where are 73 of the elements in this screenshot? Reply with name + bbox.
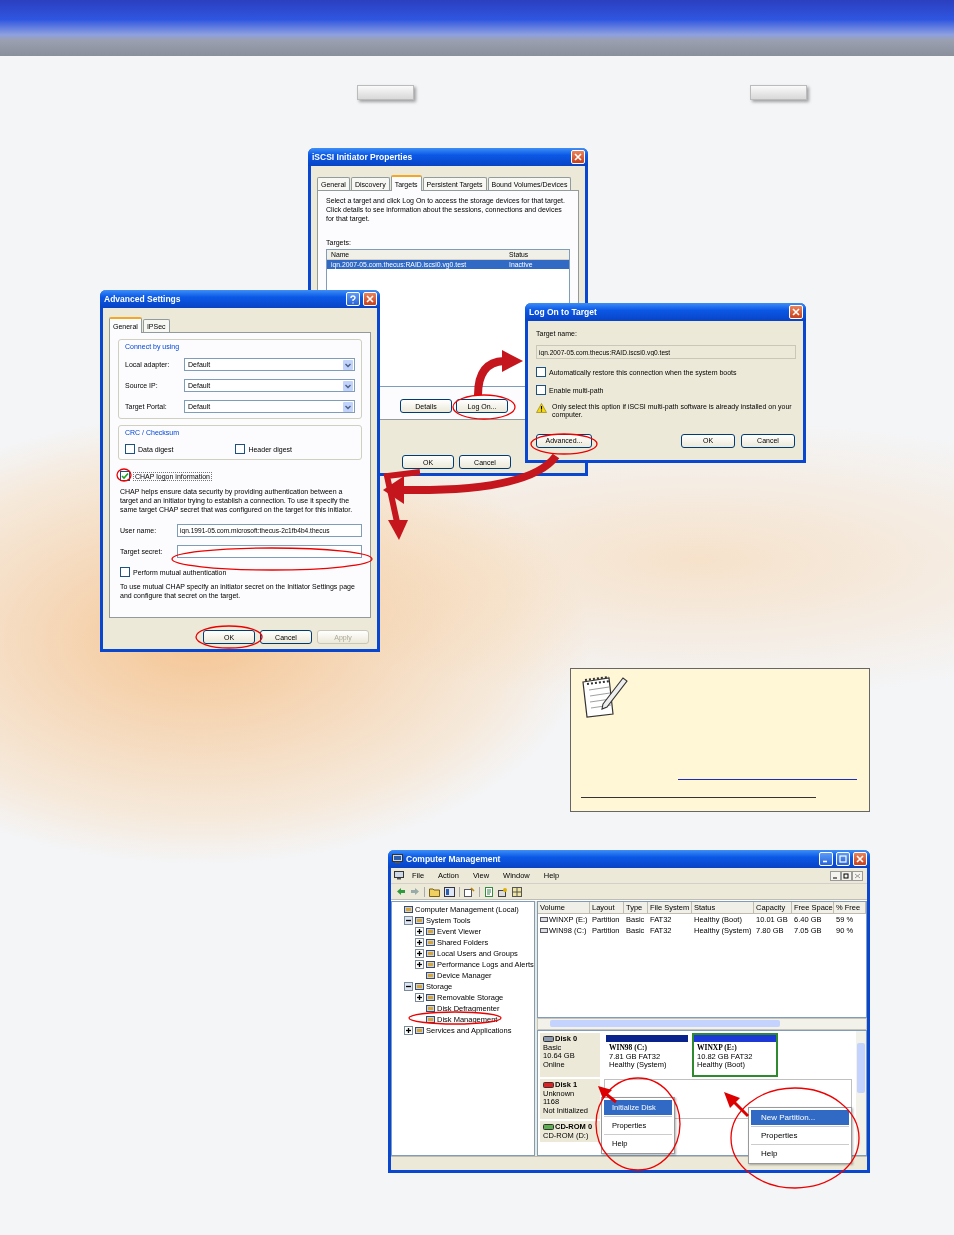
checkbox[interactable] [536, 367, 546, 377]
checkbox[interactable] [125, 444, 135, 454]
menu-item[interactable]: Help [751, 1146, 849, 1161]
node-icon [404, 905, 413, 914]
expand-icon[interactable] [404, 1026, 413, 1035]
collapse-icon[interactable] [404, 916, 413, 925]
window-title: iSCSI Initiator Properties [312, 152, 414, 162]
document-icon[interactable] [484, 886, 494, 897]
cd-drive-icon [543, 1123, 554, 1132]
node-icon [415, 1026, 424, 1035]
checkbox[interactable] [120, 567, 130, 577]
properties-icon[interactable] [464, 886, 475, 897]
vertical-scrollbar[interactable] [856, 1031, 866, 1155]
notepad-icon [579, 674, 629, 718]
console-icon[interactable] [444, 886, 455, 897]
help-button[interactable] [346, 292, 360, 306]
warning-icon [536, 403, 547, 413]
close-button[interactable] [853, 852, 867, 866]
expand-icon[interactable] [415, 938, 424, 947]
window-title: Computer Management [406, 854, 502, 864]
zigzag-arrow [383, 469, 421, 540]
node-icon [415, 982, 424, 991]
close-icon [574, 153, 582, 161]
node-icon [426, 938, 435, 947]
checkbox[interactable] [235, 444, 246, 454]
maximize-button[interactable] [836, 852, 850, 866]
menu-item[interactable]: New Partition... [751, 1110, 849, 1125]
pointer-arrow [724, 1092, 750, 1118]
dropdown-icon [343, 401, 353, 412]
horizontal-scrollbar[interactable] [537, 1018, 867, 1030]
expand-icon[interactable] [415, 960, 424, 969]
close-icon [856, 855, 864, 863]
node-icon [426, 1004, 435, 1013]
node-icon [426, 971, 435, 980]
checkbox[interactable] [536, 385, 546, 395]
expand-icon[interactable] [415, 927, 424, 936]
collapse-icon[interactable] [404, 982, 413, 991]
node-icon [426, 1015, 435, 1024]
maximize-icon [839, 855, 847, 863]
window-title: Log On to Target [529, 307, 598, 317]
close-button[interactable] [571, 150, 585, 164]
node-icon [426, 949, 435, 958]
computer-icon [394, 871, 404, 880]
node-icon [415, 916, 424, 925]
folder-icon[interactable] [429, 886, 440, 897]
close-button[interactable] [363, 292, 377, 306]
minimize-button[interactable] [819, 852, 833, 866]
window-controls-icon[interactable] [830, 870, 864, 881]
node-icon [426, 960, 435, 969]
expand-icon[interactable] [415, 993, 424, 1002]
window-title: Advanced Settings [104, 294, 182, 304]
grid-icon[interactable] [512, 886, 522, 897]
node-icon [426, 927, 435, 936]
highlight-ellipse [452, 394, 516, 420]
highlight-ellipse [530, 433, 598, 455]
highlight-ellipse [195, 625, 263, 649]
key-icon[interactable] [498, 886, 508, 897]
menu-item[interactable]: Properties [751, 1128, 849, 1143]
dropdown-icon [343, 359, 353, 370]
close-button[interactable] [789, 305, 803, 319]
node-icon [426, 993, 435, 1002]
dropdown-icon [343, 380, 353, 391]
close-icon [366, 295, 374, 303]
checkbox[interactable] [120, 471, 130, 481]
curved-arrow [474, 350, 523, 396]
secret-field[interactable] [177, 545, 362, 558]
computer-icon [392, 854, 403, 864]
pointer-arrow [598, 1086, 617, 1104]
expand-icon[interactable] [415, 949, 424, 958]
close-icon [792, 308, 800, 316]
highlight-ellipse [116, 468, 132, 482]
back-icon[interactable] [396, 887, 406, 896]
help-icon [349, 294, 357, 304]
